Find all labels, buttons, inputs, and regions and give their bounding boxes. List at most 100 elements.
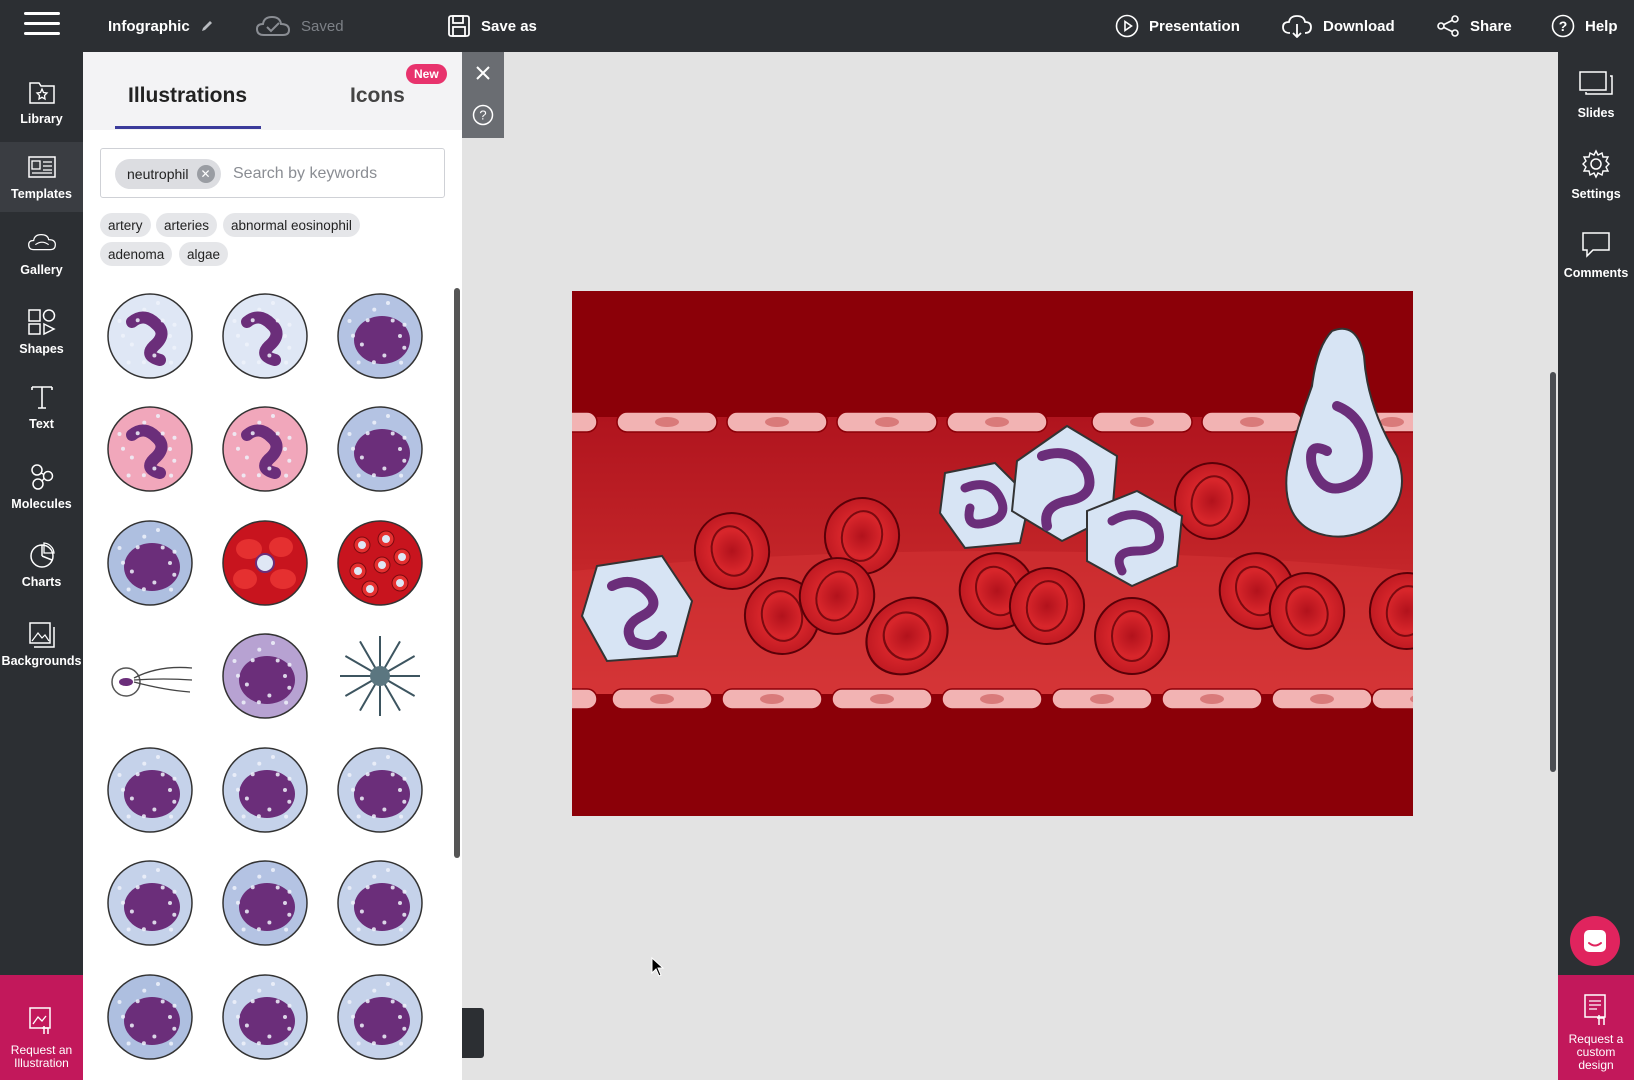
illustration-thumbnail[interactable] bbox=[334, 971, 426, 1063]
panel-scrollbar[interactable] bbox=[454, 288, 460, 858]
gallery-icon bbox=[27, 234, 56, 251]
eosinophil-icon bbox=[222, 406, 308, 492]
panel-help-button[interactable]: ? bbox=[462, 94, 504, 136]
save-as-button[interactable]: Save as bbox=[447, 0, 537, 52]
illustration-thumbnail[interactable] bbox=[104, 971, 196, 1063]
top-bar: Infographic Saved Save as Presentation D… bbox=[0, 0, 1634, 52]
sidebar-item-gallery[interactable]: Gallery bbox=[0, 218, 83, 288]
right-item-slides[interactable]: Slides bbox=[1558, 68, 1634, 120]
save-status-label: Saved bbox=[301, 17, 344, 35]
sidebar-label-backgrounds: Backgrounds bbox=[1, 654, 82, 668]
play-circle-icon bbox=[1115, 14, 1139, 38]
illustration-thumbnail[interactable] bbox=[219, 971, 311, 1063]
endothelial-cell bbox=[1371, 688, 1413, 710]
request-illustration-icon bbox=[28, 1007, 51, 1034]
backgrounds-icon bbox=[28, 622, 55, 648]
neutrophil-icon bbox=[107, 293, 193, 379]
sidebar-item-templates[interactable]: Templates bbox=[0, 142, 83, 212]
save-status: Saved bbox=[255, 0, 344, 52]
right-label-settings: Settings bbox=[1571, 187, 1621, 201]
illustration-thumbnail[interactable] bbox=[334, 744, 426, 836]
request-design-label: Request a custom design bbox=[1568, 1032, 1624, 1072]
sidebar-item-library[interactable]: Library bbox=[0, 67, 83, 137]
illustration-thumbnail[interactable] bbox=[219, 517, 311, 609]
basophil-icon bbox=[337, 293, 423, 379]
illustration-thumbnail[interactable] bbox=[104, 630, 196, 722]
tab-icons[interactable]: Icons bbox=[350, 84, 405, 108]
illustration-thumbnail[interactable] bbox=[219, 857, 311, 949]
pencil-icon bbox=[201, 21, 212, 31]
sidebar-item-text[interactable]: Text bbox=[0, 372, 83, 442]
search-box: neutrophil ✕ bbox=[100, 148, 445, 198]
granulocyte-icon bbox=[222, 974, 308, 1060]
bottom-drawer-handle[interactable] bbox=[462, 1008, 484, 1058]
chat-icon bbox=[1584, 930, 1606, 952]
panel-controls: ? bbox=[462, 52, 504, 138]
suggestion-chip[interactable]: algae bbox=[179, 242, 229, 266]
search-input[interactable] bbox=[233, 161, 433, 187]
presentation-button[interactable]: Presentation bbox=[1115, 0, 1240, 52]
request-illustration-button[interactable]: Request an Illustration bbox=[0, 975, 83, 1080]
chat-button[interactable] bbox=[1570, 916, 1620, 966]
illustration-thumbnail[interactable] bbox=[104, 857, 196, 949]
endothelial-cell bbox=[1271, 688, 1373, 710]
search-chip: neutrophil ✕ bbox=[115, 159, 221, 189]
tab-illustrations[interactable]: Illustrations bbox=[128, 84, 247, 108]
illustration-thumbnail[interactable] bbox=[334, 290, 426, 382]
sperm-cell-icon bbox=[111, 666, 193, 697]
basophil-icon bbox=[337, 406, 423, 492]
sidebar-label-gallery: Gallery bbox=[20, 263, 63, 277]
chip-remove-icon[interactable]: ✕ bbox=[196, 165, 215, 183]
illustration-thumbnail[interactable] bbox=[334, 403, 426, 495]
illustration-thumbnail[interactable] bbox=[219, 630, 311, 722]
illustration-thumbnail[interactable] bbox=[104, 517, 196, 609]
endothelial-cell bbox=[941, 688, 1043, 710]
sidebar-item-charts[interactable]: Charts bbox=[0, 530, 83, 600]
illustration-thumbnail[interactable] bbox=[104, 290, 196, 382]
sidebar-item-molecules[interactable]: Molecules bbox=[0, 452, 83, 522]
help-circle-icon: ? bbox=[1551, 14, 1575, 38]
sidebar-item-backgrounds[interactable]: Backgrounds bbox=[0, 609, 83, 679]
hamburger-icon[interactable] bbox=[24, 12, 60, 40]
close-panel-button[interactable] bbox=[462, 52, 504, 94]
sidebar-label-shapes: Shapes bbox=[19, 342, 64, 356]
illustration-thumbnail[interactable] bbox=[334, 517, 426, 609]
slides-icon bbox=[1579, 71, 1613, 95]
right-item-settings[interactable]: Settings bbox=[1558, 149, 1634, 201]
document-title[interactable]: Infographic bbox=[108, 0, 214, 52]
eosinophil-icon bbox=[107, 406, 193, 492]
save-as-label: Save as bbox=[481, 17, 537, 35]
help-label: Help bbox=[1585, 17, 1618, 35]
endothelial-cell bbox=[946, 411, 1048, 433]
new-badge: New bbox=[406, 64, 447, 84]
illustration-thumbnail[interactable] bbox=[219, 744, 311, 836]
lymphocyte-icon bbox=[222, 860, 308, 946]
svg-text:?: ? bbox=[479, 108, 486, 123]
granulocyte-icon bbox=[107, 860, 193, 946]
endothelial-cell bbox=[611, 688, 713, 710]
red-blood-cells-icon bbox=[222, 520, 308, 606]
suggestion-chip[interactable]: artery bbox=[100, 213, 151, 237]
svg-text:?: ? bbox=[1559, 18, 1568, 34]
right-item-comments[interactable]: Comments bbox=[1558, 230, 1634, 280]
illustration-thumbnail[interactable] bbox=[334, 857, 426, 949]
suggestion-chip[interactable]: abnormal eosinophil bbox=[223, 213, 360, 237]
help-button[interactable]: ? Help bbox=[1551, 0, 1618, 52]
presentation-label: Presentation bbox=[1149, 17, 1240, 35]
blood-vessel-illustration[interactable] bbox=[572, 291, 1413, 816]
suggestion-chip[interactable]: adenoma bbox=[100, 242, 173, 266]
download-button[interactable]: Download bbox=[1281, 0, 1395, 52]
canvas-scrollbar[interactable] bbox=[1550, 372, 1556, 772]
illustration-thumbnail[interactable] bbox=[219, 290, 311, 382]
illustration-thumbnail[interactable] bbox=[104, 744, 196, 836]
illustration-thumbnail[interactable] bbox=[219, 403, 311, 495]
sidebar-item-shapes[interactable]: Shapes bbox=[0, 297, 83, 367]
slide-canvas[interactable] bbox=[572, 291, 1413, 816]
request-custom-design-button[interactable]: Request a custom design bbox=[1558, 975, 1634, 1080]
mouse-cursor-icon bbox=[651, 957, 665, 977]
suggestion-chip[interactable]: arteries bbox=[156, 213, 218, 237]
illustration-thumbnail[interactable] bbox=[104, 403, 196, 495]
endothelial-cell bbox=[1161, 688, 1263, 710]
share-button[interactable]: Share bbox=[1436, 0, 1512, 52]
illustration-thumbnail[interactable] bbox=[334, 630, 426, 722]
